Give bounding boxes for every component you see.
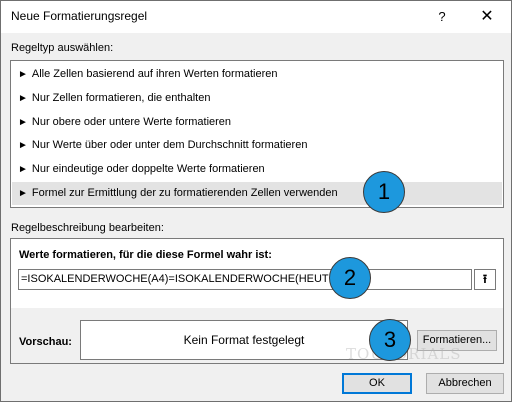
rule-type-item-label: Alle Zellen basierend auf ihren Werten f…: [31, 68, 278, 80]
rule-type-item[interactable]: ► Nur obere oder untere Werte formatieren: [12, 111, 502, 134]
window-title: Neue Formatierungsregel: [11, 9, 148, 23]
title-bar: Neue Formatierungsregel ? ✕: [1, 1, 511, 33]
rule-type-item[interactable]: ► Nur Zellen formatieren, die enthalten: [12, 87, 502, 110]
rule-type-item-selected[interactable]: ► Formel zur Ermittlung der zu formatiere…: [12, 182, 502, 205]
bullet-arrow-icon: ►: [18, 164, 28, 175]
rule-description-label: Regelbeschreibung bearbeiten:: [11, 222, 164, 234]
collapse-dialog-button[interactable]: ⭱: [474, 269, 496, 290]
rule-type-item-label: Nur obere oder untere Werte formatieren: [31, 116, 232, 128]
rule-type-item-label: Nur Zellen formatieren, die enthalten: [31, 92, 211, 104]
formula-panel: Werte formatieren, für die diese Formel …: [11, 239, 503, 308]
rule-type-item[interactable]: ► Nur Werte über oder unter dem Durchschn…: [12, 134, 502, 157]
rule-type-item[interactable]: ► Nur eindeutige oder doppelte Werte form…: [12, 158, 502, 181]
preview-label: Vorschau:: [19, 336, 72, 348]
bullet-arrow-icon: ►: [18, 93, 28, 104]
formula-heading: Werte formatieren, für die diese Formel …: [19, 249, 272, 261]
bullet-arrow-icon: ►: [18, 188, 28, 199]
new-formatting-rule-dialog: Neue Formatierungsregel ? ✕ Regeltyp aus…: [0, 0, 512, 402]
bullet-arrow-icon: ►: [18, 69, 28, 80]
bullet-arrow-icon: ►: [18, 117, 28, 128]
callout-badge-3: 3: [369, 319, 411, 361]
close-button[interactable]: ✕: [474, 7, 500, 27]
ok-button[interactable]: OK: [342, 373, 412, 394]
rule-type-item-label: Formel zur Ermittlung der zu formatieren…: [31, 187, 338, 199]
callout-badge-1: 1: [363, 171, 405, 213]
callout-badge-2: 2: [329, 257, 371, 299]
collapse-arrow-icon: ⭱: [482, 272, 488, 286]
rule-type-item-label: Nur eindeutige oder doppelte Werte forma…: [31, 163, 265, 175]
rule-type-item-label: Nur Werte über oder unter dem Durchschni…: [31, 139, 308, 151]
rule-type-item[interactable]: ► Alle Zellen basierend auf ihren Werten …: [12, 63, 502, 86]
rule-type-label: Regeltyp auswählen:: [11, 42, 114, 54]
cancel-button[interactable]: Abbrechen: [426, 373, 504, 394]
help-button[interactable]: ?: [432, 7, 452, 27]
bullet-arrow-icon: ►: [18, 140, 28, 151]
rule-type-list[interactable]: ► Alle Zellen basierend auf ihren Werten …: [10, 60, 504, 208]
formula-input[interactable]: =ISOKALENDERWOCHE(A4)=ISOKALENDERWOCHE(H…: [18, 269, 472, 290]
